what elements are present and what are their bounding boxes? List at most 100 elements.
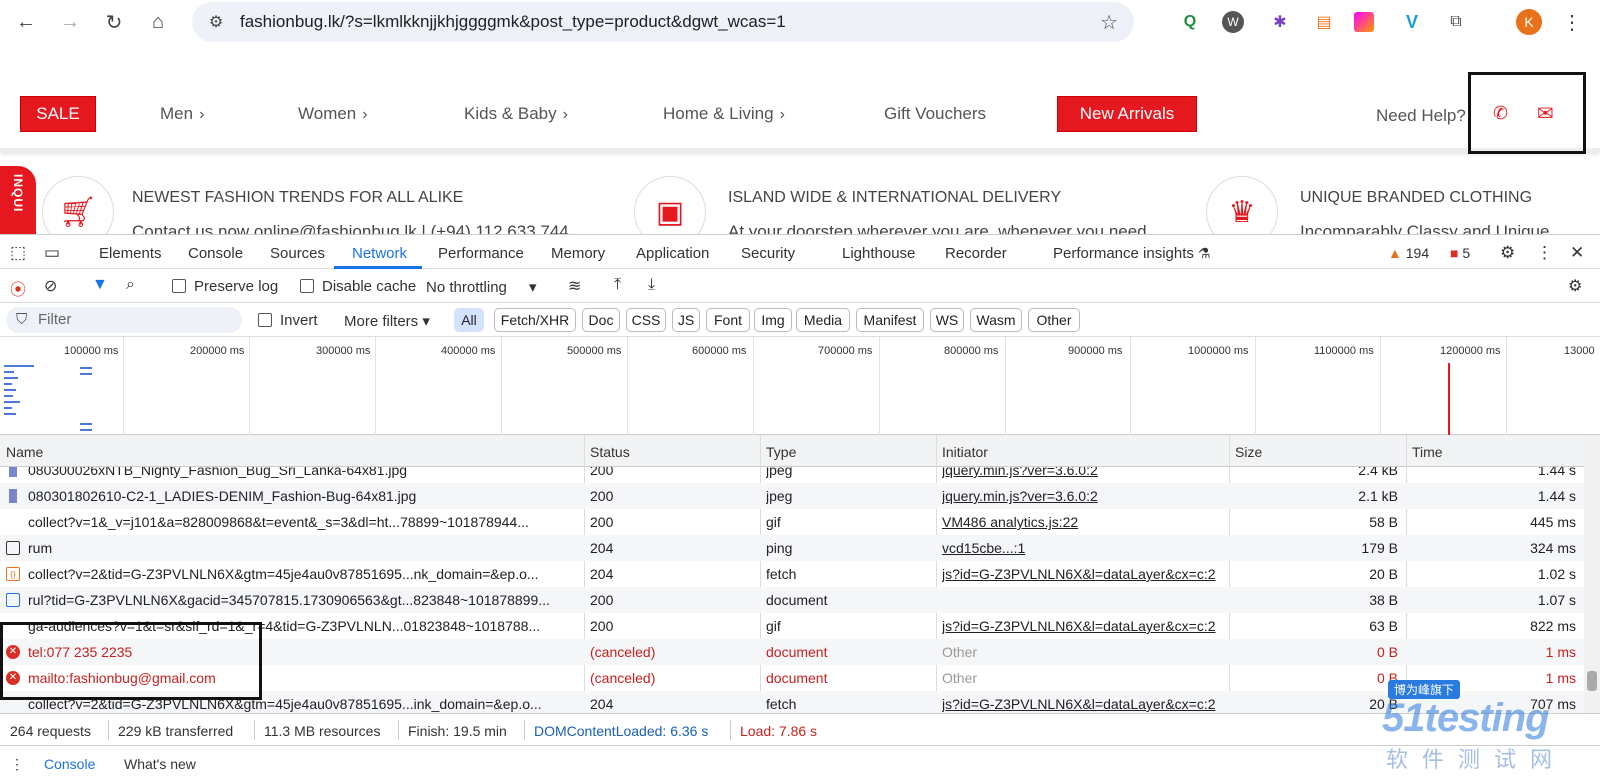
error-icon: ■ [1450, 245, 1459, 261]
import-har-icon[interactable]: ⤒ [614, 276, 621, 294]
back-icon[interactable]: ← [6, 2, 46, 42]
preserve-log-checkbox[interactable]: Preserve log [172, 278, 278, 295]
col-type[interactable]: Type [766, 444, 796, 460]
table-row[interactable]: collect?v=1&_v=j101&a=828009868&t=event&… [0, 509, 1584, 535]
extension-notes-icon[interactable]: ▤ [1310, 8, 1338, 36]
table-row[interactable]: rum 204 ping vcd15cbe...:1 179 B 324 ms [0, 535, 1584, 561]
chip-doc[interactable]: Doc [582, 308, 620, 332]
tab-application[interactable]: Application [636, 245, 709, 262]
profile-avatar[interactable]: K [1516, 9, 1542, 35]
request-initiator[interactable]: jquery.min.js?ver=3.6.0:2 [942, 467, 1226, 478]
tab-recorder[interactable]: Recorder [945, 245, 1007, 262]
record-stop-icon[interactable]: ⦿ [10, 276, 26, 300]
inspect-element-icon[interactable]: ⬚ [10, 243, 26, 263]
sale-button[interactable]: SALE [20, 96, 96, 132]
tab-sources[interactable]: Sources [270, 245, 325, 262]
tab-performance[interactable]: Performance [438, 245, 524, 262]
network-overview-timeline[interactable]: 100000 ms 200000 ms 300000 ms 400000 ms … [0, 337, 1600, 435]
tab-network[interactable]: Network [352, 245, 407, 262]
tab-console[interactable]: Console [188, 245, 243, 262]
network-settings-icon[interactable]: ⚙ [1568, 276, 1582, 296]
chip-fetch-xhr[interactable]: Fetch/XHR [494, 308, 576, 332]
tab-lighthouse[interactable]: Lighthouse [842, 245, 915, 262]
table-row[interactable]: {} collect?v=2&tid=G-Z3PVLNLN6X&gtm=45je4… [0, 561, 1584, 587]
request-initiator[interactable]: VM486 analytics.js:22 [942, 514, 1226, 530]
clear-icon[interactable]: ⊘ [44, 276, 57, 296]
table-scrollbar[interactable] [1584, 435, 1600, 713]
export-har-icon[interactable]: ⤓ [648, 276, 655, 294]
search-icon[interactable]: ⌕ [126, 276, 135, 294]
chip-wasm[interactable]: Wasm [970, 308, 1022, 332]
extension-vimeo-icon[interactable]: V [1398, 8, 1426, 36]
checkbox-box[interactable] [258, 313, 272, 327]
extension-q-icon[interactable]: Q [1176, 8, 1204, 36]
throttling-select[interactable]: No throttling ▾ [426, 278, 537, 296]
browser-menu-icon[interactable]: ⋮ [1558, 8, 1586, 36]
menu-gift-vouchers[interactable]: Gift Vouchers [884, 104, 986, 124]
chip-manifest[interactable]: Manifest [856, 308, 924, 332]
tab-security[interactable]: Security [741, 245, 795, 262]
request-initiator[interactable]: vcd15cbe...:1 [942, 540, 1226, 556]
address-bar[interactable]: ⚙ fashionbug.lk/?s=lkmlkknjjkhjggggmk&po… [192, 2, 1134, 42]
menu-home-living[interactable]: Home & Living › [663, 104, 785, 124]
checkbox-box[interactable] [172, 279, 186, 293]
table-row[interactable]: rul?tid=G-Z3PVLNLN6X&gacid=345707815.173… [0, 587, 1584, 613]
table-row[interactable]: 080300026xNTB_Nighty_Fashion_Bug_Sri_Lan… [0, 467, 1584, 483]
chip-img[interactable]: Img [754, 308, 792, 332]
menu-women[interactable]: Women › [298, 104, 368, 124]
errors-counter[interactable]: ■ 5 [1450, 245, 1470, 261]
scrollbar-thumb[interactable] [1587, 671, 1597, 691]
request-status: 204 [590, 540, 614, 556]
invert-checkbox[interactable]: Invert [258, 312, 318, 329]
checkbox-box[interactable] [300, 279, 314, 293]
chip-other[interactable]: Other [1028, 308, 1080, 332]
table-row[interactable]: 080301802610-C2-1_LADIES-DENIM_Fashion-B… [0, 483, 1584, 509]
filter-funnel-icon[interactable]: ▼ [92, 276, 108, 294]
new-arrivals-button[interactable]: New Arrivals [1057, 96, 1197, 132]
drawer-menu-icon[interactable]: ⋮ [10, 756, 24, 773]
warnings-counter[interactable]: ▲ 194 [1388, 245, 1429, 261]
chip-font[interactable]: Font [706, 308, 750, 332]
chip-ws[interactable]: WS [930, 308, 964, 332]
forward-icon[interactable]: → [50, 2, 90, 42]
col-name[interactable]: Name [6, 444, 43, 460]
filter-input[interactable]: ⛉ Filter [6, 307, 242, 333]
bookmark-star-icon[interactable]: ☆ [1100, 10, 1118, 35]
chip-all[interactable]: All [454, 308, 484, 332]
extension-gradient-icon[interactable] [1354, 12, 1374, 32]
request-initiator[interactable]: jquery.min.js?ver=3.6.0:2 [942, 488, 1226, 504]
extension-w-icon[interactable]: W [1222, 11, 1244, 33]
drawer-tab-whats-new[interactable]: What's new [124, 756, 196, 772]
drawer-tab-console[interactable]: Console [44, 756, 95, 772]
mail-icon[interactable]: ✉ [1537, 101, 1554, 126]
chip-js[interactable]: JS [672, 308, 700, 332]
reload-icon[interactable]: ↻ [94, 2, 134, 42]
request-initiator[interactable]: js?id=G-Z3PVLNLN6X&l=dataLayer&cx=c:2 [942, 696, 1226, 712]
request-initiator[interactable]: js?id=G-Z3PVLNLN6X&l=dataLayer&cx=c:2 [942, 566, 1226, 582]
menu-men[interactable]: Men › [160, 104, 204, 124]
inquiry-tab[interactable]: INQUI [0, 166, 36, 236]
site-settings-icon[interactable]: ⚙ [198, 12, 234, 32]
col-status[interactable]: Status [590, 444, 630, 460]
tab-elements[interactable]: Elements [99, 245, 162, 262]
device-toolbar-icon[interactable]: ▭ [44, 243, 60, 263]
col-initiator[interactable]: Initiator [942, 444, 988, 460]
more-options-icon[interactable]: ⋮ [1536, 243, 1553, 263]
tab-memory[interactable]: Memory [551, 245, 605, 262]
settings-gear-icon[interactable]: ⚙ [1500, 243, 1515, 263]
col-time[interactable]: Time [1412, 444, 1443, 460]
close-icon[interactable]: ✕ [1570, 243, 1584, 263]
extensions-puzzle-icon[interactable]: ⧉ [1442, 8, 1470, 36]
menu-kids[interactable]: Kids & Baby › [464, 104, 568, 124]
home-icon[interactable]: ⌂ [138, 2, 178, 42]
phone-icon[interactable]: ✆ [1493, 103, 1508, 124]
disable-cache-checkbox[interactable]: Disable cache [300, 278, 416, 295]
request-initiator[interactable]: js?id=G-Z3PVLNLN6X&l=dataLayer&cx=c:2 [942, 618, 1226, 634]
chip-css[interactable]: CSS [626, 308, 666, 332]
tab-performance-insights[interactable]: Performance insights [1053, 245, 1194, 262]
chip-media[interactable]: Media [796, 308, 850, 332]
more-filters-dropdown[interactable]: More filters ▾ [344, 312, 430, 330]
network-conditions-icon[interactable]: ≋ [568, 276, 581, 296]
col-size[interactable]: Size [1235, 444, 1262, 460]
extension-puzzle-color-icon[interactable]: ✱ [1266, 8, 1294, 36]
